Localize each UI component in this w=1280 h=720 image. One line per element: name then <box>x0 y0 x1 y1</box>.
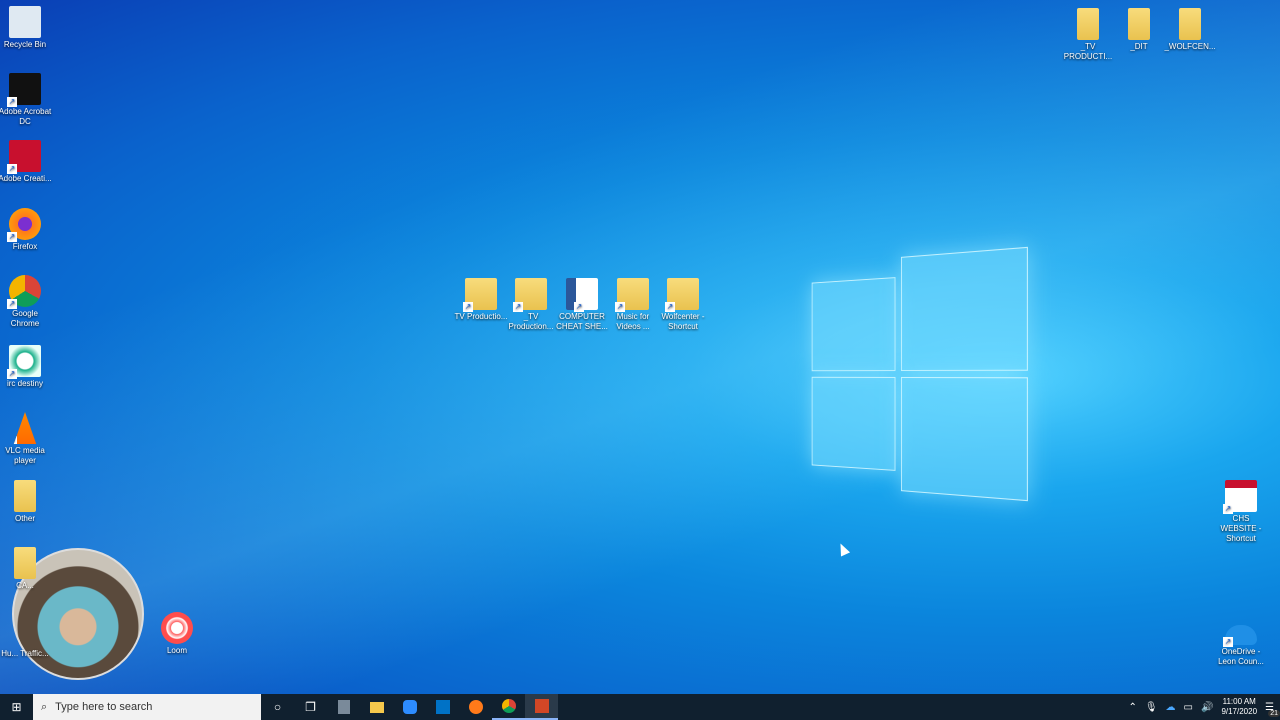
chrome-taskbar-icon[interactable] <box>492 694 525 720</box>
desktop-icon-firefox[interactable]: Firefox <box>0 208 52 252</box>
desktop-icon-loom[interactable]: Loom <box>150 612 204 656</box>
desktop-icon-recycle-bin[interactable]: Recycle Bin <box>0 6 52 50</box>
search-placeholder: Type here to search <box>55 701 153 713</box>
windows-logo-wallpaper <box>811 246 1028 502</box>
desktop-icon-other[interactable]: Other <box>0 480 52 524</box>
search-box[interactable]: ⌕ Type here to search <box>33 694 261 720</box>
desktop-icon-tv-production-pdf[interactable]: TV Productio... <box>454 278 508 322</box>
folder-icon <box>1128 8 1150 40</box>
chevron-up-icon[interactable]: ⌃ <box>1128 702 1136 713</box>
taskbar: ⊞ ⌕ Type here to search ○ ❐ ⌃ 🎙 ☁ ▭ 🔊 11:… <box>0 694 1280 720</box>
desktop-icon-wolfcenter-folder[interactable]: _WOLFCEN... <box>1163 8 1217 52</box>
desktop-icon-creative-cloud[interactable]: Adobe Creati... <box>0 140 52 184</box>
time: 11:00 AM <box>1222 697 1256 706</box>
word-icon <box>566 278 598 312</box>
icon-label: TV Productio... <box>454 312 508 321</box>
folder-icon <box>513 278 547 312</box>
network-icon[interactable]: ▭ <box>1184 702 1193 713</box>
date: 9/17/2020 <box>1221 707 1258 716</box>
folder-icon <box>14 480 36 512</box>
folder-icon <box>14 547 36 579</box>
icon-label: Firefox <box>12 242 38 251</box>
destiny-icon <box>7 345 41 379</box>
cortana-button[interactable]: ○ <box>261 694 294 720</box>
icon-label: Google Chrome <box>10 309 40 328</box>
icon-label: Wolfcenter - Shortcut <box>661 312 705 331</box>
volume-icon[interactable]: 🔊 <box>1201 702 1213 713</box>
icon-label: _DIT <box>1130 42 1148 51</box>
desktop-icon-traffic[interactable]: Hu... Traffic... <box>0 615 52 659</box>
notification-badge: 21 <box>1268 709 1280 717</box>
search-icon: ⌕ <box>41 700 48 713</box>
desktop-icon-vlc[interactable]: VLC media player <box>0 412 52 466</box>
icon-label: _TV Production... <box>508 312 554 331</box>
icon-label: OneDrive - Leon Coun... <box>1218 647 1264 666</box>
chrome-icon <box>7 275 41 309</box>
pdf-folder-icon <box>463 278 497 312</box>
icon-label: Other <box>14 514 35 523</box>
icon-label: Loom <box>166 646 187 655</box>
icon-label: _WOLFCEN... <box>1164 42 1216 51</box>
file-icon <box>9 615 41 647</box>
onedrive-tray-icon[interactable]: ☁ <box>1166 702 1176 713</box>
folder-icon <box>665 278 699 312</box>
outlook-icon[interactable] <box>426 694 459 720</box>
onedrive-icon <box>1223 625 1257 647</box>
desktop-icon-onedrive[interactable]: OneDrive - Leon Coun... <box>1214 615 1268 667</box>
desktop-icon-tv-production[interactable]: _TV Production... <box>504 278 558 332</box>
icon-label: CHS WEBSITE - Shortcut <box>1220 514 1262 543</box>
desktop-icon-music[interactable]: Music for Videos ... <box>606 278 660 332</box>
desktop-icon-wolfcenter[interactable]: Wolfcenter - Shortcut <box>656 278 710 332</box>
icon-label: Adobe Creati... <box>0 174 52 183</box>
desktop-icon-acrobat[interactable]: Adobe Acrobat DC <box>0 73 52 127</box>
file-explorer-icon[interactable] <box>360 694 393 720</box>
desktop-icon-ca[interactable]: CA... <box>0 547 52 591</box>
desktop-icon-cheat-sheet[interactable]: COMPUTER CHEAT SHE... <box>555 278 609 332</box>
icon-label: Recycle Bin <box>3 40 47 49</box>
loom-icon <box>161 612 193 644</box>
calculator-icon[interactable] <box>327 694 360 720</box>
desktop-icon-irc-destiny[interactable]: irc destiny <box>0 345 52 389</box>
icon-label: COMPUTER CHEAT SHE... <box>556 312 608 331</box>
start-button[interactable]: ⊞ <box>0 694 33 720</box>
creative-cloud-icon <box>7 140 41 174</box>
microphone-icon[interactable]: 🎙 <box>1145 702 1158 713</box>
desktop-icon-tv-productions[interactable]: _TV PRODUCTI... <box>1061 8 1115 62</box>
firefox-taskbar-icon[interactable] <box>459 694 492 720</box>
recycle-bin-icon <box>9 6 41 38</box>
powerpoint-taskbar-icon[interactable] <box>525 694 558 720</box>
desktop-icon-chs-website[interactable]: CHS WEBSITE - Shortcut <box>1214 480 1268 544</box>
folder-icon <box>1077 8 1099 40</box>
icon-label: VLC media player <box>5 446 45 465</box>
website-icon <box>1223 480 1257 514</box>
firefox-icon <box>7 208 41 242</box>
system-tray: ⌃ 🎙 ☁ ▭ 🔊 11:00 AM 9/17/2020 ☰ 21 <box>1128 697 1280 717</box>
desktop-icon-dit[interactable]: _DIT <box>1112 8 1166 52</box>
folder-icon <box>615 278 649 312</box>
task-view-button[interactable]: ❐ <box>294 694 327 720</box>
notification-center-icon[interactable]: ☰ 21 <box>1265 702 1280 717</box>
vlc-icon <box>13 412 37 444</box>
mouse-cursor <box>835 541 851 557</box>
icon-label: _TV PRODUCTI... <box>1063 42 1113 61</box>
wallpaper <box>0 0 1280 694</box>
icon-label: Hu... Traffic... <box>1 649 49 658</box>
zoom-icon[interactable] <box>393 694 426 720</box>
icon-label: irc destiny <box>6 379 43 388</box>
icon-label: Adobe Acrobat DC <box>0 107 52 126</box>
clock[interactable]: 11:00 AM 9/17/2020 <box>1221 697 1257 717</box>
folder-icon <box>1179 8 1201 40</box>
icon-label: Music for Videos ... <box>616 312 650 331</box>
desktop-icon-chrome[interactable]: Google Chrome <box>0 275 52 329</box>
icon-label: CA... <box>16 581 34 590</box>
acrobat-icon <box>7 73 41 107</box>
